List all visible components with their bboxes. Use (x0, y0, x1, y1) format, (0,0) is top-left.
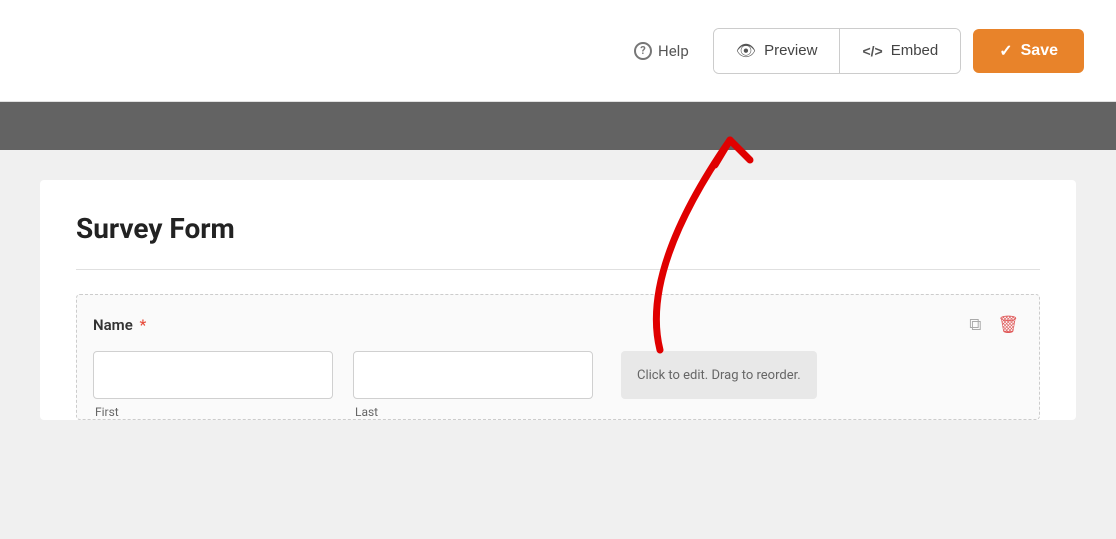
embed-label: Embed (891, 42, 939, 59)
last-name-label: Last (353, 405, 593, 419)
save-button[interactable]: ✓ Save (973, 29, 1084, 73)
save-label: Save (1021, 42, 1058, 60)
first-name-group: First (93, 351, 333, 419)
required-asterisk: * (136, 316, 146, 334)
field-label: Name * (93, 316, 146, 334)
divider-bar (0, 102, 1116, 150)
field-card-name: Name * ⧉ 🗑 First Last (76, 294, 1040, 420)
form-card: Survey Form Name * ⧉ 🗑 First (40, 180, 1076, 420)
delete-field-button[interactable]: 🗑 (993, 313, 1023, 337)
check-icon: ✓ (999, 41, 1012, 61)
eye-icon: 👁 (736, 41, 756, 61)
click-to-edit-hint: Click to edit. Drag to reorder. (621, 351, 817, 399)
field-inputs: First Last Click to edit. Drag to reorde… (93, 351, 1023, 419)
copy-field-button[interactable]: ⧉ (965, 313, 985, 337)
last-name-input[interactable] (353, 351, 593, 399)
preview-button[interactable]: 👁 Preview (714, 29, 841, 73)
help-icon: ? (634, 42, 652, 60)
first-name-label: First (93, 405, 333, 419)
code-icon: </> (862, 43, 882, 59)
form-title: Survey Form (76, 212, 1040, 245)
toolbar: ? Help 👁 Preview </> Embed ✓ Save (0, 0, 1116, 102)
field-actions: ⧉ 🗑 (965, 313, 1023, 337)
preview-label: Preview (764, 42, 817, 59)
field-header: Name * ⧉ 🗑 (93, 313, 1023, 337)
help-label: Help (658, 42, 689, 60)
embed-button[interactable]: </> Embed (840, 29, 960, 73)
first-name-input[interactable] (93, 351, 333, 399)
form-area: Survey Form Name * ⧉ 🗑 First (0, 150, 1116, 539)
last-name-group: Last (353, 351, 593, 419)
help-link[interactable]: ? Help (622, 34, 701, 68)
preview-embed-group: 👁 Preview </> Embed (713, 28, 961, 74)
form-divider (76, 269, 1040, 270)
